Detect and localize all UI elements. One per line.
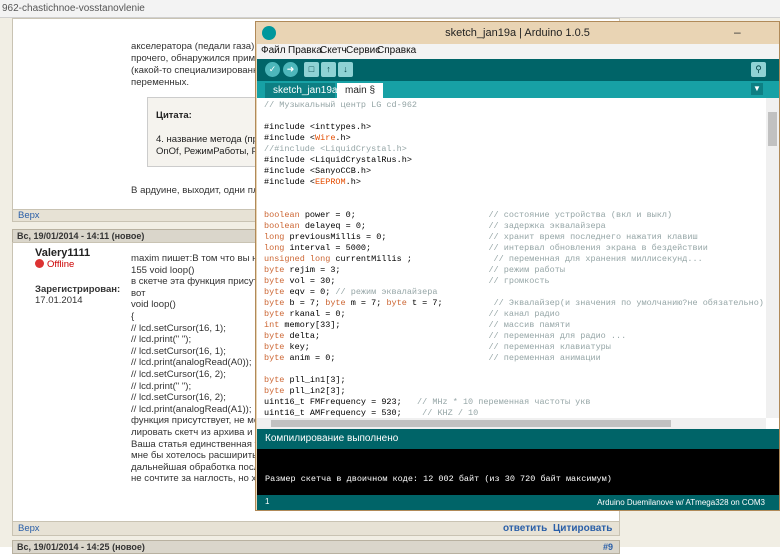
arduino-ide-window: sketch_jan19a | Arduino 1.0.5 – Файл Пра… <box>255 21 780 511</box>
code-line: byte rejim = 3; // режим работы <box>264 265 565 275</box>
title-bar[interactable]: sketch_jan19a | Arduino 1.0.5 – <box>256 22 779 44</box>
registered-label: Зарегистрирован: <box>35 284 121 295</box>
upload-icon[interactable]: ➜ <box>283 62 298 77</box>
minimize-icon[interactable]: – <box>734 25 741 39</box>
status-message: Компилирование выполнено <box>265 433 399 444</box>
status-bar: Компилирование выполнено <box>257 429 779 449</box>
code-line: long previousMillis = 0; // хранит время… <box>264 232 698 242</box>
line-number: 1 <box>265 497 270 506</box>
code-line: int memory[33]; // массив памяти <box>264 320 571 330</box>
url-text: 962-chastichnoe-vosstanovlenie <box>2 3 145 14</box>
code-line: boolean delayeq = 0; // задержка эквалай… <box>264 221 606 231</box>
next-post-number: #9 <box>603 542 614 552</box>
registered-date: 17.01.2014 <box>35 295 83 306</box>
code-line: #include <EEPROM.h> <box>264 177 361 187</box>
post-tail-text: В ардуине, выходит, одни плохие <box>131 185 271 196</box>
code-line: #include <LiquidCrystalRus.h> <box>264 155 412 165</box>
console-text: Размер скетча в двоичном коде: 12 002 ба… <box>265 474 612 484</box>
menu-file[interactable]: Файл <box>261 45 286 56</box>
code-line: //#include <LiquidCrystal.h> <box>264 144 407 154</box>
post-body: maxim пишет:В том что вы не смо 155 void… <box>131 253 271 485</box>
tab-bar: sketch_jan19a main § <box>257 81 779 98</box>
code-line: byte pll_in1[3]; <box>264 375 346 385</box>
code-line: byte rkanal = 0; // канал радио <box>264 309 560 319</box>
post-actions-bar: Верх ответить Цитировать <box>12 521 620 536</box>
code-line: unsigned long currentMillis ; // перемен… <box>264 254 703 264</box>
tab-menu-icon[interactable]: ▼ <box>751 83 763 95</box>
top-link-2[interactable]: Верх <box>18 523 40 534</box>
quote-title: Цитата: <box>156 110 192 121</box>
vertical-scroll-thumb[interactable] <box>768 112 777 146</box>
code-line: uint16_t FMFrequency = 923; // MHz * 10 … <box>264 397 591 407</box>
code-line: boolean power = 0; // состояние устройст… <box>264 210 673 220</box>
code-line: byte anim = 0; // переменная анимации <box>264 353 601 363</box>
new-icon[interactable]: □ <box>304 62 319 77</box>
menu-help[interactable]: Справка <box>377 45 416 56</box>
serial-monitor-icon[interactable]: ⚲ <box>751 62 766 77</box>
open-icon[interactable]: ↑ <box>321 62 336 77</box>
code-line: byte vol = 30; // громкость <box>264 276 550 286</box>
code-line: byte pll_in2[3]; <box>264 386 346 396</box>
browser-address-bar[interactable]: 962-chastichnoe-vosstanovlenie <box>0 0 780 18</box>
post-date: Вс, 19/01/2014 - 14:11 (новое) <box>17 231 145 241</box>
next-post-date: Вс, 19/01/2014 - 14:25 (новое) <box>17 542 145 552</box>
post-text-lines: акселератора (педали газа) в од прочего,… <box>131 41 271 88</box>
window-title: sketch_jan19a | Arduino 1.0.5 <box>445 27 590 39</box>
code-line: // Музыкальный центр LG cd-962 <box>264 100 418 110</box>
offline-icon <box>35 259 44 268</box>
code-line: #include <Wire.h> <box>264 133 351 143</box>
menu-tools[interactable]: Сервис <box>346 45 380 56</box>
user-info: Valery1111 Offline Зарегистрирован: 17.0… <box>35 247 120 306</box>
tab-sketch[interactable]: sketch_jan19a <box>265 83 338 98</box>
quote-link[interactable]: Цитировать <box>553 523 612 534</box>
board-info: Arduino Duemilanove w/ ATmega328 on COM3 <box>597 498 765 507</box>
menu-bar: Файл Правка Скетч Сервис Справка <box>257 44 779 59</box>
menu-sketch[interactable]: Скетч <box>320 45 347 56</box>
next-post-header: Вс, 19/01/2014 - 14:25 (новое) #9 <box>12 540 620 554</box>
tab-main[interactable]: main § <box>337 83 383 98</box>
menu-edit[interactable]: Правка <box>288 45 322 56</box>
top-link[interactable]: Верх <box>18 210 40 221</box>
code-lines: // Музыкальный центр LG cd-962 #include … <box>264 100 764 419</box>
code-line: #include <SanyoCCB.h> <box>264 166 372 176</box>
user-status: Offline <box>35 259 120 270</box>
save-icon[interactable]: ↓ <box>338 62 353 77</box>
username[interactable]: Valery1111 <box>35 247 120 259</box>
code-line: byte delta; // переменная для радио ... <box>264 331 627 341</box>
toolbar: ✓ ➜ □ ↑ ↓ ⚲ <box>257 59 779 81</box>
horizontal-scroll-thumb[interactable] <box>271 420 671 427</box>
console-output: Размер скетча в двоичном коде: 12 002 ба… <box>257 449 779 495</box>
reply-link[interactable]: ответить <box>503 523 547 534</box>
code-line: #include <inttypes.h> <box>264 122 372 132</box>
code-line: byte key; // переменная клавиатуры <box>264 342 611 352</box>
code-line: byte eqv = 0; // режим эквалайзера <box>264 287 438 297</box>
code-line: byte b = 7; byte m = 7; byte t = 7; // Э… <box>264 298 764 308</box>
code-line: long interval = 5000; // интервал обновл… <box>264 243 708 253</box>
code-editor[interactable]: // Музыкальный центр LG cd-962 #include … <box>257 98 779 429</box>
verify-icon[interactable]: ✓ <box>265 62 280 77</box>
footer-bar: 1 Arduino Duemilanove w/ ATmega328 on CO… <box>257 495 779 510</box>
vertical-scrollbar[interactable] <box>766 98 779 418</box>
